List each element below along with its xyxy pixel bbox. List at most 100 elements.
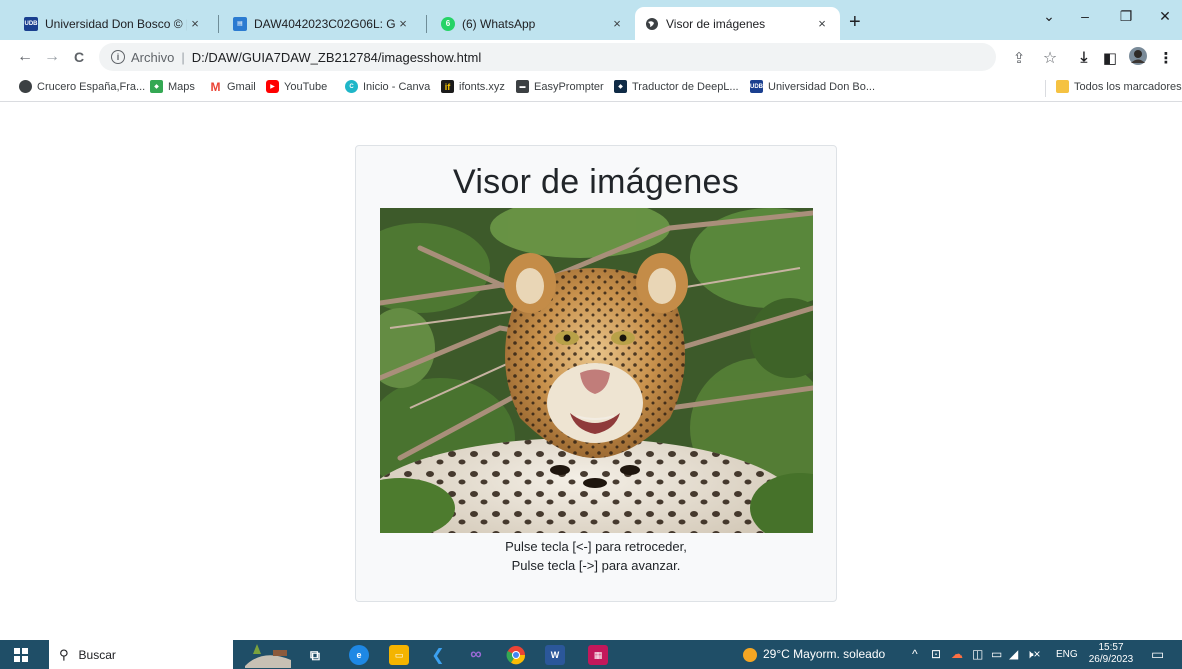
close-window-button[interactable]: ✕ [1150,8,1180,25]
meet-icon[interactable]: ⊡ [931,647,941,661]
side-panel-icon[interactable]: ◧ [1100,49,1120,67]
bookmark-label: Gmail [227,80,256,93]
battery-icon[interactable]: ▭ [991,647,1002,661]
download-icon[interactable]: ⤓ [1074,49,1094,66]
bookmark-canva[interactable]: C Inicio - Canva [345,80,430,93]
cloud-sync-icon[interactable]: ☁ [951,647,963,661]
visual-studio-icon[interactable]: ∞ [466,645,486,665]
tab-title: Universidad Don Bosco © | Inicio [45,16,187,31]
bookmark-ifonts[interactable]: if ifonts.xyz [441,80,505,93]
canva-icon: C [345,80,358,93]
deepl-icon: ◆ [614,80,627,93]
url-text[interactable]: D:/DAW/GUIA7DAW_ZB212784/imagesshow.html [192,50,481,65]
restore-button[interactable]: ❐ [1111,8,1141,25]
all-bookmarks-label: Todos los marcadores [1074,80,1182,93]
weather-sun-icon [743,647,757,662]
bookmark-label: EasyPrompter [534,80,604,93]
forward-button[interactable]: → [41,48,63,66]
menu-icon[interactable]: ⋮ [1156,49,1176,67]
task-view-icon[interactable]: ⧉ [305,645,325,665]
clock[interactable]: 15:57 26/9/2023 [1088,642,1134,666]
bookmark-label: YouTube [284,80,328,93]
instruction-forward: Pulse tecla [->] para avanzar. [511,558,681,573]
maps-icon: ◆ [150,80,163,93]
bookmark-label: Maps [168,80,195,93]
bookmark-youtube[interactable]: ▶ YouTube [266,80,327,93]
tab-title: DAW4042023C02G06L: Guía 7 [254,16,395,31]
bookmarks-divider [1045,80,1046,97]
bookmark-gmail[interactable]: M Gmail [209,80,256,94]
bookmark-label: Traductor de DeepL... [632,80,739,93]
all-bookmarks-folder[interactable]: Todos los marcadores [1056,80,1182,93]
tab-universidad-don-bosco[interactable]: UDB Universidad Don Bosco © | Inicio × [14,7,213,40]
tab-separator [218,15,219,33]
tab-daw-guia[interactable]: ▤ DAW4042023C02G06L: Guía 7 × [223,7,421,40]
search-placeholder: Buscar [78,647,116,662]
youtube-icon: ▶ [266,80,279,93]
reload-button[interactable]: C [68,49,90,65]
info-icon[interactable]: i [111,50,125,64]
bookmarks-bar: Crucero España,Fra... ◆ Maps M Gmail ▶ Y… [0,75,1182,102]
tab-search-icon[interactable]: ⌄ [1034,8,1064,25]
globe-icon [19,80,32,93]
udb-icon: UDB [750,80,763,93]
bookmark-label: Universidad Don Bo... [768,80,875,93]
taskbar-search[interactable]: ⚲ Buscar [49,640,233,669]
bookmark-easyprompter[interactable]: ▬ EasyPrompter [516,80,604,93]
image-viewer-card: Visor de imágenes Pulse tecla [<-] para … [355,145,837,602]
page-title: Visor de imágenes [452,163,740,201]
search-highlight-icon[interactable] [243,642,293,668]
tab-visor-de-imagenes[interactable]: Visor de imágenes × [635,7,840,40]
bookmark-label: Inicio - Canva [363,80,431,93]
easyprompter-icon: ▬ [516,80,529,93]
display-icon[interactable]: ◫ [972,647,983,661]
udb-icon: UDB [24,16,38,31]
bookmark-label: Crucero España,Fra... [37,80,146,93]
bookmark-star-icon[interactable]: ☆ [1040,48,1060,68]
close-icon[interactable]: × [609,16,625,31]
windows-start-icon[interactable] [14,648,28,662]
share-icon[interactable]: ⇪ [1009,49,1029,67]
show-hidden-icons[interactable]: ^ [912,647,918,661]
winrar-icon[interactable]: ▦ [588,645,608,665]
weather-text: 29°C Mayorm. soleado [763,647,886,661]
document-icon: ▤ [233,16,247,31]
bookmark-label: ifonts.xyz [459,80,505,93]
scheme-label: Archivo [131,49,175,65]
search-icon: ⚲ [59,646,69,662]
leopard-photo [380,208,813,533]
file-explorer-icon[interactable]: ▭ [389,645,409,665]
word-icon[interactable]: W [545,645,565,665]
close-icon[interactable]: × [395,16,411,31]
bookmark-deepl[interactable]: ◆ Traductor de DeepL... [614,80,739,93]
browser-toolbar: ← → C i Archivo | D:/DAW/GUIA7DAW_ZB2127… [0,40,1182,75]
profile-avatar[interactable] [1128,46,1148,70]
close-icon[interactable]: × [187,16,203,31]
new-tab-button[interactable]: + [849,12,861,32]
tab-whatsapp[interactable]: 6 (6) WhatsApp × [431,7,635,40]
tab-title: Visor de imágenes [666,16,766,31]
address-bar[interactable]: i Archivo | D:/DAW/GUIA7DAW_ZB212784/ima… [99,43,996,71]
weather-widget[interactable]: 29°C Mayorm. soleado [743,647,885,662]
tab-title: (6) WhatsApp [462,16,536,31]
notifications-icon[interactable]: ▭ [1151,646,1164,663]
close-icon[interactable]: × [814,16,830,31]
minimize-button[interactable]: – [1070,8,1100,24]
chrome-icon[interactable] [506,645,526,665]
windows-taskbar: ⚲ Buscar ⧉ e ▭ ❮ ∞ W ▦ 29°C Mayorm. sole… [0,640,1182,669]
bookmark-udb[interactable]: UDB Universidad Don Bo... [750,80,875,93]
back-button[interactable]: ← [14,48,36,66]
ifonts-icon: if [441,80,454,93]
whatsapp-icon: 6 [441,16,455,31]
bookmark-maps[interactable]: ◆ Maps [150,80,195,93]
wifi-icon[interactable]: ◢ [1009,647,1018,661]
tab-strip: UDB Universidad Don Bosco © | Inicio × ▤… [0,0,1182,40]
volume-muted-icon[interactable]: 🕨× [1026,647,1041,662]
clock-date: 26/9/2023 [1088,654,1134,665]
bookmark-crucero[interactable]: Crucero España,Fra... [19,80,145,93]
tab-separator [426,15,427,33]
vscode-icon[interactable]: ❮ [428,645,448,665]
edge-icon[interactable]: e [349,645,369,665]
language-indicator[interactable]: ENG [1056,649,1078,660]
instruction-back: Pulse tecla [<-] para retroceder, [505,539,687,554]
